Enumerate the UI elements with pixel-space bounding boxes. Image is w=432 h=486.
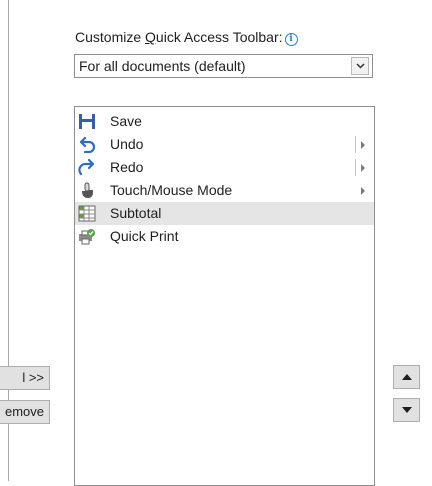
undo-icon	[79, 136, 96, 153]
remove-button[interactable]: emove	[0, 400, 50, 424]
touch-mode-icon	[82, 182, 93, 198]
chevron-down-icon	[356, 63, 365, 69]
list-item-quick-print[interactable]: Quick Print	[75, 225, 374, 248]
list-item-label: Quick Print	[110, 228, 179, 244]
qat-scope-dropdown[interactable]: For all documents (default)	[74, 54, 373, 78]
list-item-label: Redo	[110, 159, 144, 175]
submenu-arrow-icon[interactable]	[361, 141, 365, 149]
save-icon	[79, 114, 95, 129]
list-item-touch-mouse-mode[interactable]: Touch/Mouse Mode	[75, 179, 374, 202]
list-item-label: Save	[110, 113, 142, 129]
qat-commands-list[interactable]: Save Undo Redo Touch/Mouse Mode Subtotal…	[74, 106, 375, 486]
move-down-button[interactable]	[393, 398, 420, 422]
move-up-icon	[402, 374, 412, 380]
list-item-redo[interactable]: Redo	[75, 156, 374, 179]
list-item-label: Subtotal	[110, 205, 162, 221]
split-divider	[355, 136, 356, 153]
dropdown-arrow-button[interactable]	[351, 57, 369, 75]
move-up-button[interactable]	[393, 365, 420, 389]
redo-icon	[78, 159, 95, 176]
info-icon[interactable]: i	[284, 33, 298, 46]
list-item-subtotal[interactable]: Subtotal	[75, 202, 374, 225]
list-item-label: Touch/Mouse Mode	[110, 182, 233, 198]
quick-print-icon	[79, 229, 95, 245]
split-divider	[355, 159, 356, 176]
submenu-arrow-icon[interactable]	[361, 187, 365, 195]
qat-scope-value: For all documents (default)	[79, 58, 246, 74]
list-item-undo[interactable]: Undo	[75, 133, 374, 156]
move-down-icon	[402, 407, 412, 413]
customize-qat-label: Customize Quick Access Toolbar: i	[75, 29, 298, 46]
list-item-save[interactable]: Save	[75, 110, 374, 133]
subtotal-icon	[78, 205, 96, 222]
list-item-label: Undo	[110, 136, 144, 152]
add-button[interactable]: l >>	[0, 366, 50, 390]
submenu-arrow-icon[interactable]	[361, 164, 365, 172]
